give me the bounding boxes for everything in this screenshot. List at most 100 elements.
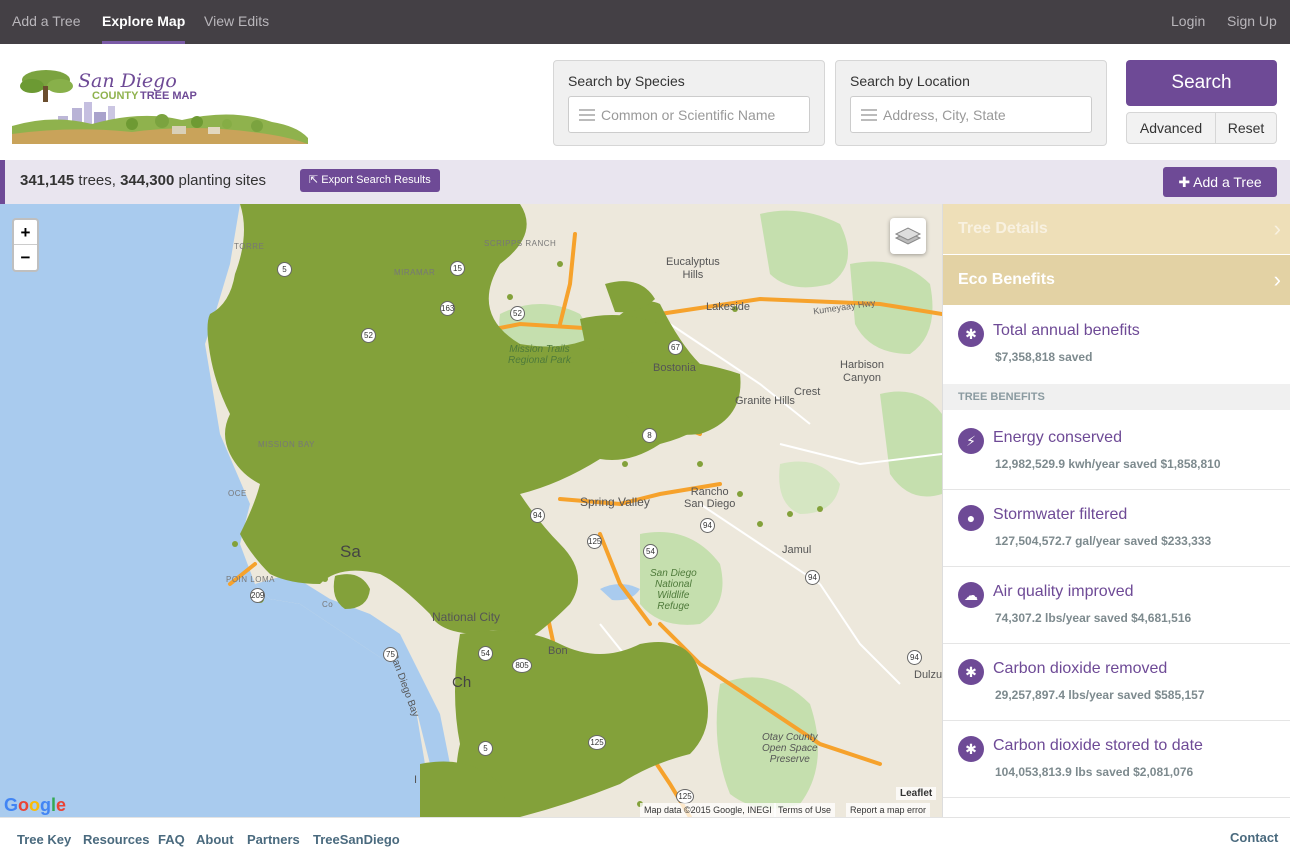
species-search-label: Search by Species xyxy=(568,73,685,89)
location-input-wrapper xyxy=(850,96,1092,133)
highway-shield: 209 xyxy=(250,588,265,603)
add-a-tree-label: Add a Tree xyxy=(1193,174,1262,190)
highway-shield: 75 xyxy=(383,647,398,662)
highway-shield: 54 xyxy=(478,646,493,661)
export-label: Export Search Results xyxy=(321,174,431,186)
tree-benefits-section-label: TREE BENEFITS xyxy=(943,384,1290,410)
map-label-otay: Otay County Open Space Preserve xyxy=(762,732,818,765)
site-logo[interactable]: San Diego COUNTY TREE MAP xyxy=(12,66,312,144)
export-search-results-button[interactable]: ⇱ Export Search Results xyxy=(300,169,440,192)
map-label-sd-refuge: San Diego National Wildlife Refuge xyxy=(650,568,697,612)
asterisk-icon: ✱ xyxy=(958,659,984,685)
benefit-value: 74,307.2 lbs/year saved $4,681,516 xyxy=(995,611,1192,625)
logo-tree-map: TREE MAP xyxy=(140,90,197,102)
benefit-value: 104,053,813.9 lbs saved $2,081,076 xyxy=(995,765,1194,779)
benefit-title: Air quality improved xyxy=(993,583,1134,600)
nav-view-edits[interactable]: View Edits xyxy=(204,0,269,44)
benefit-title: Carbon dioxide stored to date xyxy=(993,737,1203,754)
droplet-icon: ● xyxy=(958,505,984,531)
bolt-icon: ⚡ xyxy=(958,428,984,454)
map-label-granite-hills: Granite Hills xyxy=(735,395,795,407)
benefit-value: 12,982,529.9 kwh/year saved $1,858,810 xyxy=(995,457,1221,471)
highway-shield: 125 xyxy=(587,534,602,549)
highway-shield: 163 xyxy=(440,301,455,316)
tree-map[interactable]: TORRE SCRIPPS RANCH MIRAMAR Eucalyptus H… xyxy=(0,204,942,817)
chevron-right-icon: › xyxy=(1273,267,1281,292)
top-navigation: Add a Tree Explore Map View Edits Login … xyxy=(0,0,1290,44)
total-annual-benefits: ✱ Total annual benefits $7,358,818 saved xyxy=(943,306,1290,384)
leaflet-attribution[interactable]: Leaflet xyxy=(896,787,937,800)
map-data-attribution: Map data ©2015 Google, INEGI xyxy=(640,803,776,817)
header: San Diego COUNTY TREE MAP Search by Spec… xyxy=(0,44,1290,160)
map-label-torrey: TORRE xyxy=(234,242,265,251)
species-search-input[interactable] xyxy=(601,97,801,132)
map-label-harbison-canyon: Harbison Canyon xyxy=(840,359,885,384)
results-count: 341,145 trees, 344,300 planting sites xyxy=(20,172,266,189)
trees-word: trees, xyxy=(78,172,116,189)
map-basemap xyxy=(0,204,942,817)
benefit-carbon-stored: ✱ Carbon dioxide stored to date 104,053,… xyxy=(943,721,1290,798)
asterisk-icon: ✱ xyxy=(958,321,984,347)
footer-contact[interactable]: Contact xyxy=(1230,830,1278,845)
zoom-in-button[interactable]: + xyxy=(14,220,37,245)
map-label-rancho-san-diego: Rancho San Diego xyxy=(684,486,736,510)
list-icon[interactable] xyxy=(579,109,595,121)
add-a-tree-button[interactable]: ✚ Add a Tree xyxy=(1163,167,1277,197)
tree-count: 341,145 xyxy=(20,172,75,189)
nav-add-a-tree[interactable]: Add a Tree xyxy=(12,0,81,44)
map-label-mission-trails: Mission Trails Regional Park xyxy=(508,344,571,366)
report-map-error-link[interactable]: Report a map error xyxy=(846,803,931,817)
logo-county: COUNTY xyxy=(92,90,139,102)
nav-login[interactable]: Login xyxy=(1171,0,1205,44)
highway-shield: 52 xyxy=(510,306,525,321)
search-button[interactable]: Search xyxy=(1126,60,1277,106)
map-label-national-city: National City xyxy=(432,610,501,624)
map-label-chula: Ch xyxy=(452,674,472,691)
logo-title: San Diego xyxy=(78,70,177,92)
highway-shield: 94 xyxy=(907,650,922,665)
benefit-stormwater: ● Stormwater filtered 127,504,572.7 gal/… xyxy=(943,490,1290,567)
highway-shield: 5 xyxy=(478,741,493,756)
nav-explore-map[interactable]: Explore Map xyxy=(102,0,186,44)
reset-button[interactable]: Reset xyxy=(1215,112,1277,144)
benefit-value: $7,358,818 saved xyxy=(995,350,1093,364)
footer: Tree Key Resources FAQ About Partners Tr… xyxy=(0,817,1290,855)
map-label-co: Co xyxy=(322,600,334,609)
planting-sites-count: 344,300 xyxy=(120,172,175,189)
tree-details-accordion[interactable]: Tree Details › xyxy=(943,204,1290,254)
footer-tree-key[interactable]: Tree Key xyxy=(17,832,71,847)
advanced-button[interactable]: Advanced xyxy=(1126,112,1216,144)
highway-shield: 94 xyxy=(530,508,545,523)
highway-shield: 5 xyxy=(277,262,292,277)
asterisk-icon: ✱ xyxy=(958,736,984,762)
benefit-value: 29,257,897.4 lbs/year saved $585,157 xyxy=(995,688,1205,702)
results-bar: 341,145 trees, 344,300 planting sites ⇱ … xyxy=(0,160,1290,204)
benefit-value: 127,504,572.7 gal/year saved $233,333 xyxy=(995,534,1212,548)
zoom-control: + − xyxy=(12,218,39,272)
location-search-input[interactable] xyxy=(883,97,1083,132)
highway-shield: 54 xyxy=(643,544,658,559)
zoom-out-button[interactable]: − xyxy=(14,245,37,270)
highway-shield: 94 xyxy=(700,518,715,533)
footer-about[interactable]: About xyxy=(196,832,234,847)
map-label-jamul: Jamul xyxy=(782,544,812,556)
map-label-eucalyptus-hills: Eucalyptus Hills xyxy=(666,256,720,281)
highway-shield: 52 xyxy=(361,328,376,343)
layers-button[interactable] xyxy=(890,218,926,254)
footer-treesandiego[interactable]: TreeSanDiego xyxy=(313,832,400,847)
highway-shield: 67 xyxy=(668,340,683,355)
eco-benefits-accordion[interactable]: Eco Benefits › xyxy=(943,255,1290,305)
footer-faq[interactable]: FAQ xyxy=(158,832,185,847)
location-search-box: Search by Location xyxy=(835,60,1107,146)
map-label-imperial: I xyxy=(414,774,418,786)
terms-of-use-link[interactable]: Terms of Use xyxy=(774,803,836,817)
footer-partners[interactable]: Partners xyxy=(247,832,300,847)
map-label-bostonia: Bostonia xyxy=(653,362,696,374)
chevron-right-icon: › xyxy=(1273,216,1281,241)
footer-resources[interactable]: Resources xyxy=(83,832,149,847)
nav-sign-up[interactable]: Sign Up xyxy=(1227,0,1277,44)
export-icon: ⇱ xyxy=(309,174,319,186)
layers-icon xyxy=(894,227,922,245)
list-icon[interactable] xyxy=(861,109,877,121)
benefit-title: Carbon dioxide removed xyxy=(993,660,1168,677)
